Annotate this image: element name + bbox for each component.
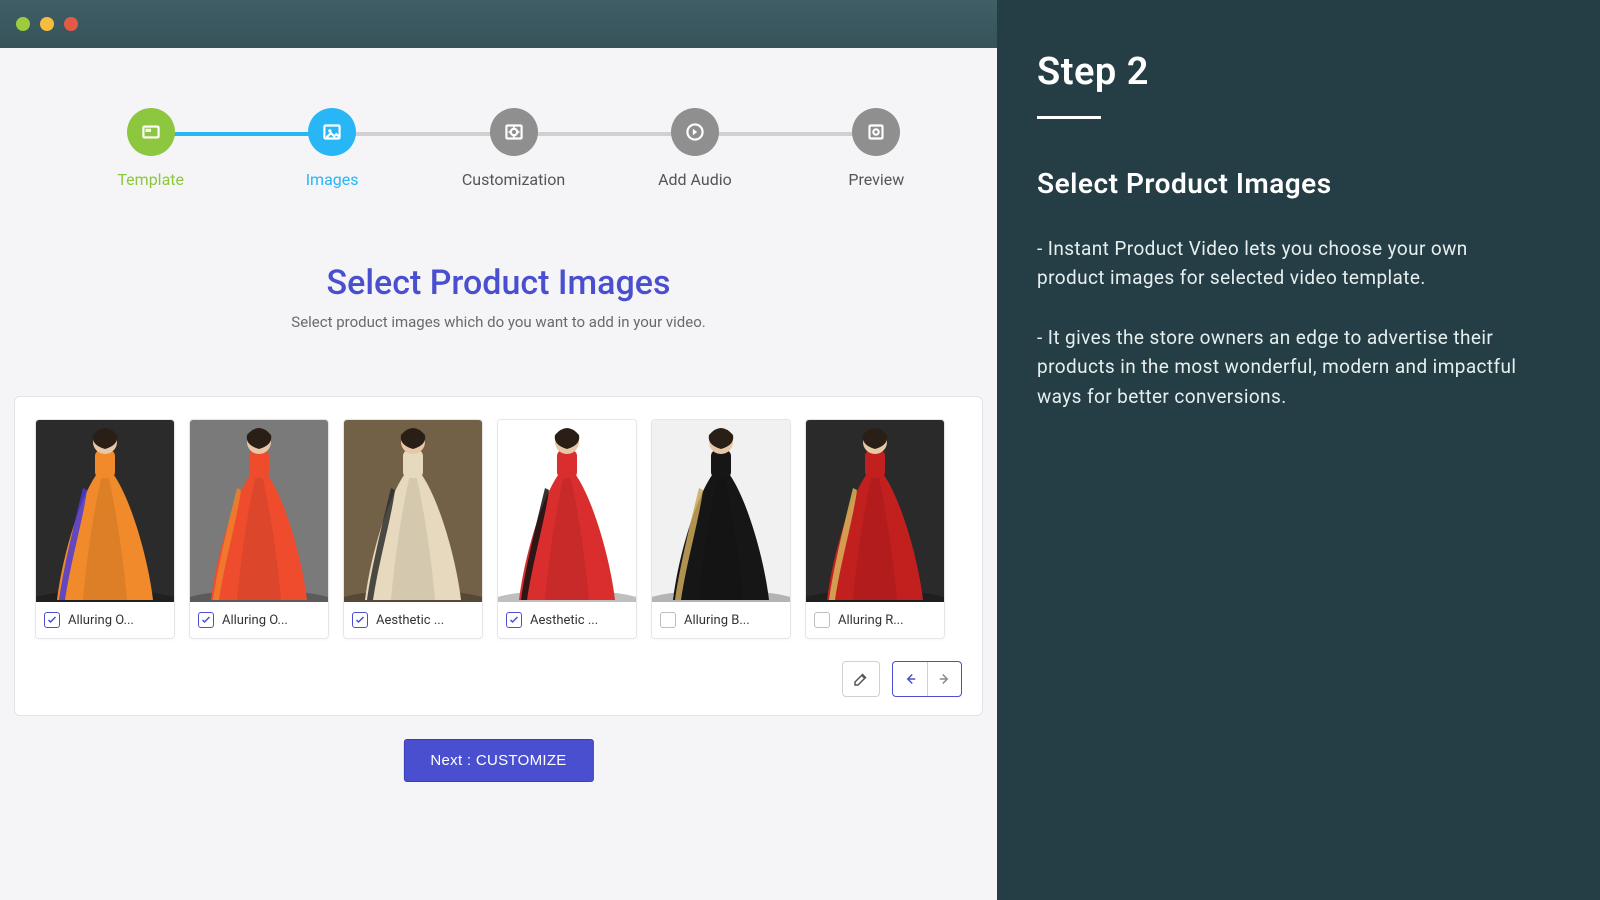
- step-label: Preview: [848, 170, 904, 189]
- pagination-arrows: [892, 661, 962, 697]
- page-subtitle: Select product images which do you want …: [0, 313, 997, 331]
- product-checkbox[interactable]: [506, 612, 522, 628]
- product-caption: Alluring B...: [652, 602, 790, 638]
- step-circle: [127, 108, 175, 156]
- step-label: Template: [117, 170, 184, 189]
- step-connector: [695, 132, 876, 136]
- arrow-left-icon: [901, 670, 919, 688]
- edit-button[interactable]: [842, 661, 880, 697]
- product-label: Alluring O...: [68, 613, 134, 628]
- product-label: Alluring O...: [222, 613, 288, 628]
- product-thumbnail: [190, 420, 328, 602]
- step-label: Add Audio: [658, 170, 732, 189]
- next-customize-button[interactable]: Next : CUSTOMIZE: [403, 739, 593, 782]
- app-viewport: Template Images Customization Add Audio Prev…: [0, 48, 997, 900]
- pencil-icon: [852, 670, 870, 688]
- page-title: Select Product Images: [0, 263, 997, 303]
- sidebar-paragraph: - Instant Product Video lets you choose …: [1037, 234, 1530, 293]
- step-connector: [514, 132, 695, 136]
- product-label: Aesthetic ...: [530, 613, 598, 628]
- help-sidebar: Step 2 Select Product Images - Instant P…: [997, 0, 1600, 900]
- app-browser-window: Template Images Customization Add Audio Prev…: [0, 0, 997, 900]
- images-icon: [319, 119, 345, 145]
- product-checkbox[interactable]: [198, 612, 214, 628]
- check-icon: [508, 614, 520, 626]
- check-icon: [46, 614, 58, 626]
- product-caption: Aesthetic ...: [344, 602, 482, 638]
- arrow-right-icon: [936, 670, 954, 688]
- step-circle: [308, 108, 356, 156]
- product-card[interactable]: Alluring O...: [35, 419, 175, 639]
- check-icon: [354, 614, 366, 626]
- product-caption: Alluring O...: [36, 602, 174, 638]
- product-checkbox[interactable]: [814, 612, 830, 628]
- next-page-button[interactable]: [927, 662, 961, 696]
- step-connector: [151, 132, 332, 136]
- sidebar-step-title: Step 2: [1037, 50, 1530, 94]
- product-thumbnail: [498, 420, 636, 602]
- product-card[interactable]: Alluring O...: [189, 419, 329, 639]
- product-label: Aesthetic ...: [376, 613, 444, 628]
- product-thumbnail: [36, 420, 174, 602]
- window-dot-green: [16, 17, 30, 31]
- product-caption: Aesthetic ...: [498, 602, 636, 638]
- product-caption: Alluring O...: [190, 602, 328, 638]
- step-circle: [490, 108, 538, 156]
- progress-stepper: Template Images Customization Add Audio Prev…: [60, 108, 967, 189]
- window-dot-yellow: [40, 17, 54, 31]
- sidebar-divider: [1037, 116, 1101, 119]
- page-headline: Select Product Images Select product ima…: [0, 263, 997, 331]
- step-add-audio[interactable]: Add Audio: [604, 108, 785, 189]
- step-label: Images: [306, 170, 359, 189]
- product-checkbox[interactable]: [44, 612, 60, 628]
- product-gallery-panel: Alluring O... Alluring O... Aesthetic ..…: [14, 396, 983, 716]
- customization-icon: [501, 119, 527, 145]
- product-card[interactable]: Aesthetic ...: [497, 419, 637, 639]
- step-customization[interactable]: Customization: [423, 108, 604, 189]
- product-card[interactable]: Alluring B...: [651, 419, 791, 639]
- check-icon: [200, 614, 212, 626]
- preview-icon: [863, 119, 889, 145]
- window-titlebar: [0, 0, 997, 48]
- add-audio-icon: [682, 119, 708, 145]
- product-card[interactable]: Aesthetic ...: [343, 419, 483, 639]
- window-dot-red: [64, 17, 78, 31]
- gallery-pagination: [35, 661, 962, 697]
- product-card[interactable]: Alluring R...: [805, 419, 945, 639]
- product-checkbox[interactable]: [660, 612, 676, 628]
- step-connector: [332, 132, 513, 136]
- product-label: Alluring B...: [684, 613, 750, 628]
- step-circle: [852, 108, 900, 156]
- product-thumbnail: [652, 420, 790, 602]
- sidebar-paragraph: - It gives the store owners an edge to a…: [1037, 323, 1530, 411]
- product-thumbnail: [344, 420, 482, 602]
- step-label: Customization: [462, 170, 565, 189]
- product-thumbnail: [806, 420, 944, 602]
- product-label: Alluring R...: [838, 613, 904, 628]
- sidebar-heading: Select Product Images: [1037, 167, 1530, 200]
- prev-button[interactable]: [893, 662, 927, 696]
- step-template[interactable]: Template: [60, 108, 241, 189]
- step-preview[interactable]: Preview: [786, 108, 967, 189]
- step-images[interactable]: Images: [241, 108, 422, 189]
- template-icon: [138, 119, 164, 145]
- product-checkbox[interactable]: [352, 612, 368, 628]
- product-grid: Alluring O... Alluring O... Aesthetic ..…: [35, 419, 962, 639]
- step-circle: [671, 108, 719, 156]
- product-caption: Alluring R...: [806, 602, 944, 638]
